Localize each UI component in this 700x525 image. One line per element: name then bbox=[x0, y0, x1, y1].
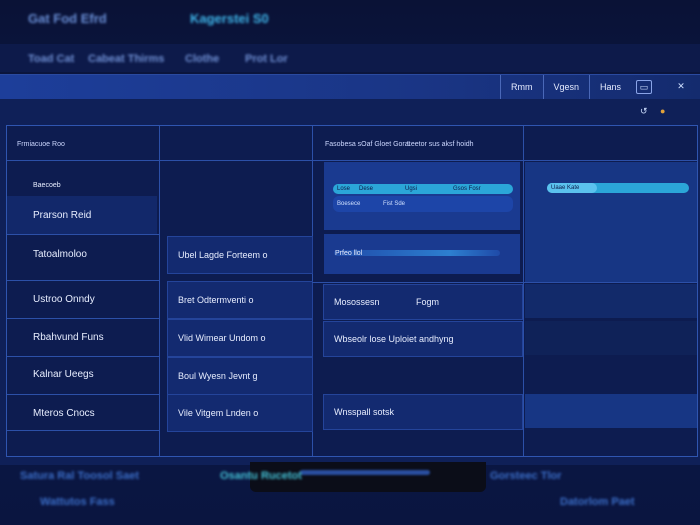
right-row[interactable]: Wbseolr lose Uploiet andhyng bbox=[323, 321, 523, 357]
right-row-label: Wnsspall sotsk bbox=[334, 407, 395, 417]
mid-row-label: Bret Odtermventi o bbox=[178, 295, 254, 305]
window-close-icon[interactable]: ✕ bbox=[674, 80, 688, 92]
background-bottom-text: Satura Ral Toosol Saet bbox=[20, 470, 139, 482]
background-bottom-text: Gorsteec Tlor bbox=[490, 470, 562, 482]
app-window: Rmm Vgesn Hans ▭ ✕ ↺ ● Frmiacuoe Roo Fas… bbox=[0, 74, 700, 465]
background-top-bar: Gat Fod Efrd Kagerstei S0 bbox=[0, 0, 700, 40]
window-menu: Rmm Vgesn Hans bbox=[500, 75, 631, 99]
mid-row-label: Ubel Lagde Forteem o bbox=[178, 250, 268, 260]
menu-item-hans[interactable]: Hans bbox=[589, 75, 631, 99]
window-maximize-icon[interactable]: ▭ bbox=[636, 80, 652, 94]
sub-label: Boesece bbox=[337, 201, 361, 207]
right-row-label: Wbseolr lose Uploiet andhyng bbox=[334, 334, 454, 344]
mid-row[interactable]: Boul Wyesn Jevnt g bbox=[167, 357, 313, 395]
status-dot-icon: ● bbox=[660, 106, 666, 116]
background-subbar-item: Toad Cat bbox=[28, 53, 75, 65]
header-left: Frmiacuoe Roo bbox=[17, 141, 65, 148]
header-right: Leetor sus aksf hoidh bbox=[407, 141, 474, 148]
background-title-left: Gat Fod Efrd bbox=[28, 11, 107, 26]
background-subbar-item: Clothe bbox=[185, 53, 220, 65]
background-bottom-text: Osantu Rucetot bbox=[220, 470, 302, 482]
pill-label: Lose bbox=[337, 186, 351, 192]
right-side-card bbox=[525, 162, 697, 282]
right-row-extra: Fogm bbox=[416, 297, 440, 307]
mid-row[interactable]: Vile Vitgem Lnden o bbox=[167, 394, 313, 432]
left-row-label[interactable]: Rbahvund Funs bbox=[33, 332, 104, 343]
pill-label: Dese bbox=[359, 186, 374, 192]
pill-label: Gsos Fosr bbox=[453, 186, 481, 192]
left-row-label: Prarson Reid bbox=[33, 210, 92, 221]
progress-label: Prfeo llol bbox=[335, 250, 363, 257]
side-pill-label: Uaae Kate bbox=[551, 185, 580, 191]
left-row-label[interactable]: Tatoalmoloo bbox=[33, 249, 87, 260]
menu-item-vgesn[interactable]: Vgesn bbox=[542, 75, 590, 99]
background-sub-bar: Toad Cat Cabeat Thirms Clothe Prot Lor bbox=[0, 44, 700, 72]
left-row-label[interactable]: Ustroo Onndy bbox=[33, 294, 95, 305]
menu-item-rmm[interactable]: Rmm bbox=[500, 75, 543, 99]
mid-row[interactable]: Bret Odtermventi o bbox=[167, 281, 313, 319]
data-table-panel: Frmiacuoe Roo Fasobesa sOaf Gloet Gorat … bbox=[6, 125, 698, 457]
background-subbar-item: Cabeat Thirms bbox=[88, 53, 165, 65]
mid-row-label: Boul Wyesn Jevnt g bbox=[178, 371, 258, 381]
background-subbar-item: Prot Lor bbox=[245, 53, 288, 65]
mid-row-label: Vile Vitgem Lnden o bbox=[178, 408, 259, 418]
right-row[interactable]: Wnsspall sotsk bbox=[323, 394, 523, 430]
mid-row[interactable]: Ubel Lagde Forteem o bbox=[167, 236, 313, 274]
right-row[interactable]: Mosossesn Fogm bbox=[323, 284, 523, 320]
left-row-label[interactable]: Kalnar Ueegs bbox=[33, 369, 94, 380]
background-title-center: Kagerstei S0 bbox=[190, 11, 269, 26]
right-row-label: Mosossesn bbox=[334, 297, 380, 307]
mid-row-label: Vlid Wimear Undom o bbox=[178, 333, 266, 343]
mid-row[interactable]: Vlid Wimear Undom o bbox=[167, 319, 313, 357]
left-row-label[interactable]: Mteros Cnocs bbox=[33, 408, 95, 419]
background-bottom-text: Wattutos Fass bbox=[40, 496, 115, 508]
refresh-icon[interactable]: ↺ bbox=[640, 106, 648, 117]
left-section-title: Baecoeb bbox=[33, 182, 61, 189]
background-bottom-text: Datorlom Paet bbox=[560, 496, 635, 508]
pill-label: Ugsi bbox=[405, 186, 418, 192]
sub-label: Fist Sde bbox=[383, 201, 406, 207]
header-mid: Fasobesa sOaf Gloet Gorat bbox=[325, 141, 411, 148]
